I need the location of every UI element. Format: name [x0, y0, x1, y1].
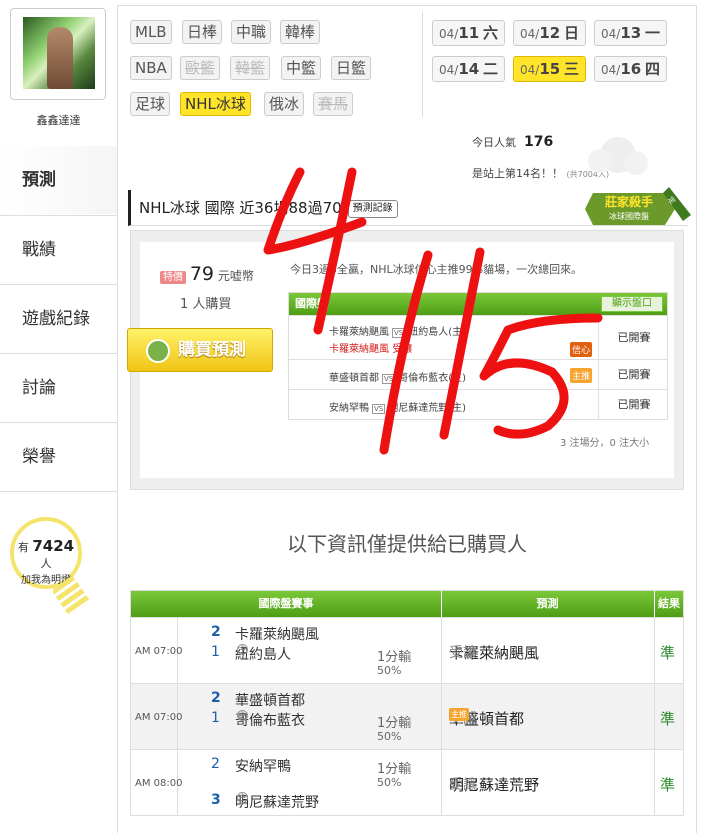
date-0415[interactable]: 04/15 三: [513, 56, 587, 82]
info-text: 以下資訊僅提供給已購買人: [287, 532, 527, 556]
date-0413[interactable]: 04/13 一: [594, 20, 668, 46]
username: 鑫鑫達達: [36, 114, 81, 127]
show-odds-button[interactable]: 顯示盤口: [601, 296, 663, 312]
sport-tag-kr-basketball: 韓籃: [230, 56, 271, 80]
coin-icon: [146, 339, 170, 363]
fans-count: 7424: [32, 537, 75, 555]
divider: [422, 12, 423, 117]
nav-game-history[interactable]: 遊戲紀錄: [0, 284, 117, 352]
table-row: 華盛頓首都 VS 哥倫布藍衣(主) 主推 已開賽: [289, 359, 667, 389]
avatar[interactable]: [10, 8, 106, 100]
sport-tag-jp-baseball[interactable]: 日棒: [182, 20, 223, 44]
result-correct: 準: [660, 644, 676, 662]
date-0411[interactable]: 04/11 六: [432, 20, 506, 46]
result-correct: 準: [660, 776, 676, 794]
buy-prediction-button[interactable]: 購買預測: [127, 328, 273, 372]
nav-honor[interactable]: 榮譽: [0, 422, 117, 492]
buyers-count: 1 人購買: [180, 297, 232, 312]
sport-tag-kr-baseball[interactable]: 韓棒: [280, 20, 321, 44]
nav-record[interactable]: 戰績: [0, 215, 117, 283]
nav-discussion[interactable]: 討論: [0, 353, 117, 421]
result-row: AM 07:00 2 卡羅萊納颶風 1 紐約島人主 1分輸 50% 卡羅萊納颶風…: [131, 617, 683, 683]
record-button[interactable]: 預測記錄: [347, 199, 398, 218]
price: 特價 79 元嘘幣: [160, 263, 254, 285]
nav-predict[interactable]: 預測: [0, 146, 117, 214]
table-row: 卡羅萊納颶風 VS 紐約島人(主) 卡羅萊納颶風 受讓 信心 已開賽: [289, 315, 667, 359]
results-table: 國際盤賽事 預測 結果 AM 07:00 2 卡羅萊納颶風 1 紐約島人主 1分…: [130, 590, 684, 816]
result-row: AM 07:00 2 華盛頓首都 1 哥倫布藍衣主 1分輸 50% 華盛頓首都 …: [131, 683, 683, 749]
main-pick-label: 主推: [570, 368, 593, 383]
sport-tag-horse-racing: 賽馬: [313, 92, 354, 116]
sport-tag-khl[interactable]: 俄冰: [264, 92, 305, 116]
sport-tag-cpbl[interactable]: 中職: [231, 20, 272, 44]
killer-badge: 莊家殺手 冰球國際盤 長期穩定: [585, 187, 693, 231]
sport-tag-jp-basketball[interactable]: 日籃: [331, 56, 372, 80]
table-footer: 3 注場分，0 注大小: [560, 438, 650, 449]
sport-tag-euro-basketball: 歐籃: [180, 56, 221, 80]
confidence-label: 信心: [570, 342, 593, 357]
intl-table: 國際盤 顯示盤口 卡羅萊納颶風 VS 紐約島人(主) 卡羅萊納颶風 受讓 信心 已開賽…: [288, 292, 668, 420]
result-correct: 準: [660, 710, 676, 728]
sport-tag-cn-basketball[interactable]: 中籃: [281, 56, 322, 80]
sport-tag-nhl[interactable]: NHL冰球: [180, 92, 251, 116]
popularity: 今日人氣 176: [472, 134, 554, 150]
sport-tag-nba[interactable]: NBA: [130, 56, 172, 80]
watermark-icon: [588, 137, 648, 175]
prediction-note: 今日3過3全贏，NHL冰球信心主推99%貓場，一次總回來。: [290, 263, 583, 276]
date-0414[interactable]: 04/14 二: [432, 56, 506, 82]
sidebar: 鑫鑫達達 預測 戰績 遊戲紀錄 討論 榮譽 有 7424 人 加我為明燈: [0, 0, 117, 833]
result-row: AM 08:00 2 安納罕鴨 3 明尼蘇達荒野主 1分輸 50% 明尼蘇達荒野…: [131, 749, 683, 815]
sport-tag-soccer[interactable]: 足球: [130, 92, 171, 116]
date-0412[interactable]: 04/12 日: [513, 20, 587, 46]
table-row: 安納罕鴨 VS 明尼蘇達荒野(主) 已開賽: [289, 389, 667, 419]
sport-tag-mlb[interactable]: MLB: [130, 20, 172, 44]
date-0416[interactable]: 04/16 四: [594, 56, 668, 82]
